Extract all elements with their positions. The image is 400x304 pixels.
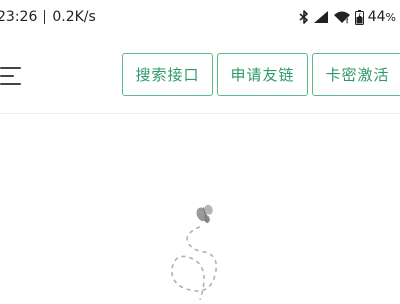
loading-animation [160, 200, 250, 301]
activate-card-key-button[interactable]: 卡密激活 [312, 53, 400, 96]
butterfly-icon [171, 204, 218, 301]
battery-level: 44 [367, 9, 386, 25]
bluetooth-icon [299, 10, 309, 24]
status-separator [44, 10, 46, 24]
status-time: 23:26 [0, 9, 38, 25]
wifi-icon [333, 10, 351, 24]
network-speed: 0.2K/s [52, 9, 96, 25]
header: 搜索接口 申请友链 卡密激活 [0, 50, 400, 102]
header-button-group: 搜索接口 申请友链 卡密激活 [122, 53, 400, 96]
battery-icon [354, 9, 364, 25]
status-right: 44% [299, 9, 396, 25]
hamburger-menu-icon[interactable] [0, 67, 22, 87]
search-api-button[interactable]: 搜索接口 [122, 53, 213, 96]
signal-icon [313, 10, 329, 24]
status-bar: 23:26 0.2K/s 44% [0, 0, 400, 34]
battery-unit: % [385, 11, 396, 24]
apply-friend-link-button[interactable]: 申请友链 [217, 53, 308, 96]
header-divider [0, 113, 400, 114]
status-left: 23:26 0.2K/s [0, 9, 96, 25]
battery-percentage: 44% [368, 9, 396, 25]
